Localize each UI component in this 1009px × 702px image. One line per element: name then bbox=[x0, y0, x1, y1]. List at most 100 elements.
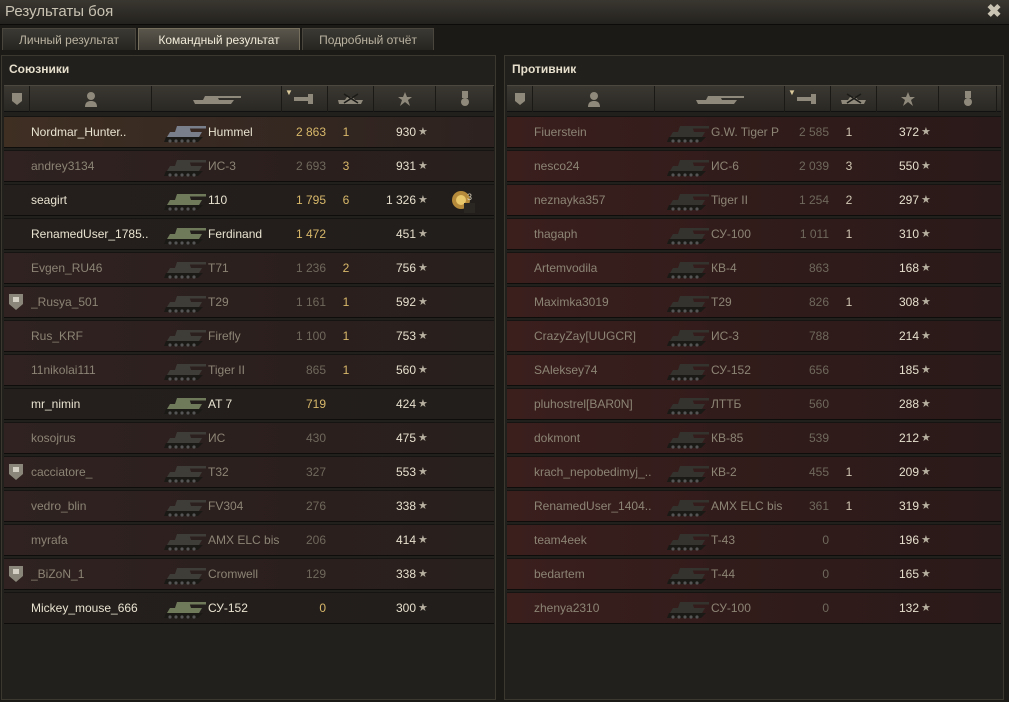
vehicle-name: СУ-152 bbox=[208, 601, 248, 615]
xp-value: 168 bbox=[898, 261, 919, 275]
column-header-medal[interactable] bbox=[939, 86, 997, 112]
damage-value: 1 472 bbox=[295, 227, 326, 241]
damage-value: 539 bbox=[808, 431, 829, 445]
column-header-player[interactable] bbox=[533, 86, 655, 112]
player-row[interactable]: RenamedUser_1785.. Ferdinand 1 472 451 ★ bbox=[4, 218, 494, 250]
close-icon[interactable]: ✖ bbox=[985, 2, 1003, 20]
xp-value: 300 bbox=[395, 601, 416, 615]
player-name: neznayka357 bbox=[534, 193, 606, 207]
damage-icon bbox=[292, 93, 318, 105]
star-icon: ★ bbox=[921, 194, 931, 206]
player-row[interactable]: thagaph СУ-100 1 011 1 310 ★ bbox=[507, 218, 1001, 250]
player-row[interactable]: Artemvodila КВ-4 863 168 ★ bbox=[507, 252, 1001, 284]
xp-value: 310 bbox=[898, 227, 919, 241]
kills-value bbox=[837, 525, 861, 555]
enemies-column-header: ▼ bbox=[507, 85, 1001, 112]
xp-value: 1 326 bbox=[385, 193, 416, 207]
vehicle-icon bbox=[162, 253, 208, 283]
player-row[interactable]: _Rusya_501 T29 1 161 1 592 ★ bbox=[4, 286, 494, 318]
kills-value: 1 bbox=[845, 499, 853, 513]
player-row[interactable]: Mickey_mouse_666 СУ-152 0 300 ★ bbox=[4, 592, 494, 624]
player-row[interactable]: pluhostrel[BAR0N] ЛТТБ 560 288 ★ bbox=[507, 388, 1001, 420]
vehicle-icon bbox=[162, 117, 208, 147]
tab-detailed-report[interactable]: Подробный отчёт bbox=[302, 28, 434, 50]
xp-value: 931 bbox=[395, 159, 416, 173]
star-icon: ★ bbox=[418, 126, 428, 138]
player-row[interactable]: Evgen_RU46 T71 1 236 2 756 ★ bbox=[4, 252, 494, 284]
column-header-vehicle[interactable] bbox=[655, 86, 785, 112]
player-row[interactable]: krach_nepobedimyj_.. КВ-2 455 1 209 ★ bbox=[507, 456, 1001, 488]
player-row[interactable]: neznayka357 Tiger II 1 254 2 297 ★ bbox=[507, 184, 1001, 216]
player-row[interactable]: myrafa AMX ELC bis 206 414 ★ bbox=[4, 524, 494, 556]
player-name: vedro_blin bbox=[31, 499, 87, 513]
column-header-damage[interactable]: ▼ bbox=[785, 86, 831, 112]
player-row[interactable]: kosojrus ИС 430 475 ★ bbox=[4, 422, 494, 454]
player-row[interactable]: _BiZoN_1 Cromwell 129 338 ★ bbox=[4, 558, 494, 590]
player-row[interactable]: mr_nimin AT 7 719 424 ★ bbox=[4, 388, 494, 420]
column-header-vehicle[interactable] bbox=[152, 86, 282, 112]
star-icon: ★ bbox=[921, 398, 931, 410]
vehicle-name: КВ-85 bbox=[711, 431, 744, 445]
vehicle-icon bbox=[665, 525, 711, 555]
damage-value: 863 bbox=[808, 261, 829, 275]
xp-value: 475 bbox=[395, 431, 416, 445]
medal-icon[interactable]: 3 bbox=[450, 185, 478, 215]
frags-icon bbox=[839, 92, 869, 106]
star-icon: ★ bbox=[418, 432, 428, 444]
player-row[interactable]: nesco24 ИС-6 2 039 3 550 ★ bbox=[507, 150, 1001, 182]
column-header-frags[interactable] bbox=[328, 86, 374, 112]
vehicle-icon bbox=[162, 355, 208, 385]
player-row[interactable]: vedro_blin FV304 276 338 ★ bbox=[4, 490, 494, 522]
column-header-xp[interactable] bbox=[374, 86, 436, 112]
player-row[interactable]: Rus_KRF Firefly 1 100 1 753 ★ bbox=[4, 320, 494, 352]
damage-value: 788 bbox=[808, 329, 829, 343]
vehicle-icon bbox=[665, 559, 711, 589]
star-icon: ★ bbox=[418, 364, 428, 376]
player-name: dokmont bbox=[534, 431, 581, 445]
star-icon: ★ bbox=[921, 330, 931, 342]
player-row[interactable]: team4eek T-43 0 196 ★ bbox=[507, 524, 1001, 556]
column-header-medal[interactable] bbox=[436, 86, 494, 112]
player-row[interactable]: cacciatore_ T32 327 553 ★ bbox=[4, 456, 494, 488]
player-row[interactable]: zhenya2310 СУ-100 0 132 ★ bbox=[507, 592, 1001, 624]
player-row[interactable]: bedartem T-44 0 165 ★ bbox=[507, 558, 1001, 590]
kills-value bbox=[837, 389, 861, 419]
xp-value: 451 bbox=[395, 227, 416, 241]
xp-value: 132 bbox=[898, 601, 919, 615]
xp-value: 308 bbox=[898, 295, 919, 309]
player-row[interactable]: 11nikolai111 Tiger II 865 1 560 ★ bbox=[4, 354, 494, 386]
player-row[interactable]: seagirt 110 1 795 6 1 326 ★ 3 bbox=[4, 184, 494, 216]
damage-value: 2 693 bbox=[295, 159, 326, 173]
player-name: RenamedUser_1785.. bbox=[31, 227, 149, 241]
player-row[interactable]: CrazyZay[UUGCR] ИС-3 788 214 ★ bbox=[507, 320, 1001, 352]
player-row[interactable]: dokmont КВ-85 539 212 ★ bbox=[507, 422, 1001, 454]
player-name: SAleksey74 bbox=[534, 363, 598, 377]
player-row[interactable]: Nordmar_Hunter.. Hummel 2 863 1 930 ★ bbox=[4, 116, 494, 148]
column-header-frags[interactable] bbox=[831, 86, 877, 112]
allies-column-header: ▼ bbox=[4, 85, 494, 112]
column-header-platoon[interactable] bbox=[4, 86, 30, 112]
damage-value: 826 bbox=[808, 295, 829, 309]
player-name: nesco24 bbox=[534, 159, 580, 173]
player-row[interactable]: Maximka3019 T29 826 1 308 ★ bbox=[507, 286, 1001, 318]
kills-value: 1 bbox=[845, 465, 853, 479]
tab-personal-result[interactable]: Личный результат bbox=[2, 28, 136, 50]
damage-value: 719 bbox=[305, 397, 326, 411]
player-row[interactable]: SAleksey74 СУ-152 656 185 ★ bbox=[507, 354, 1001, 386]
star-icon: ★ bbox=[921, 534, 931, 546]
allies-panel: Союзники ▼ Nordmar_Hunter.. Hummel 2 863 1… bbox=[1, 55, 496, 700]
vehicle-icon bbox=[665, 491, 711, 521]
player-row[interactable]: RenamedUser_1404.. AMX ELC bis 361 1 319 ★ bbox=[507, 490, 1001, 522]
tab-team-result[interactable]: Командный результат bbox=[138, 28, 300, 50]
column-header-platoon[interactable] bbox=[507, 86, 533, 112]
allies-title: Союзники bbox=[9, 62, 70, 76]
column-header-player[interactable] bbox=[30, 86, 152, 112]
player-row[interactable]: Fiuerstein G.W. Tiger P 2 585 1 372 ★ bbox=[507, 116, 1001, 148]
star-icon: ★ bbox=[418, 296, 428, 308]
kills-value: 1 bbox=[342, 295, 350, 309]
star-icon: ★ bbox=[418, 194, 428, 206]
vehicle-icon bbox=[665, 321, 711, 351]
player-row[interactable]: andrey3134 ИС-3 2 693 3 931 ★ bbox=[4, 150, 494, 182]
column-header-xp[interactable] bbox=[877, 86, 939, 112]
column-header-damage[interactable]: ▼ bbox=[282, 86, 328, 112]
